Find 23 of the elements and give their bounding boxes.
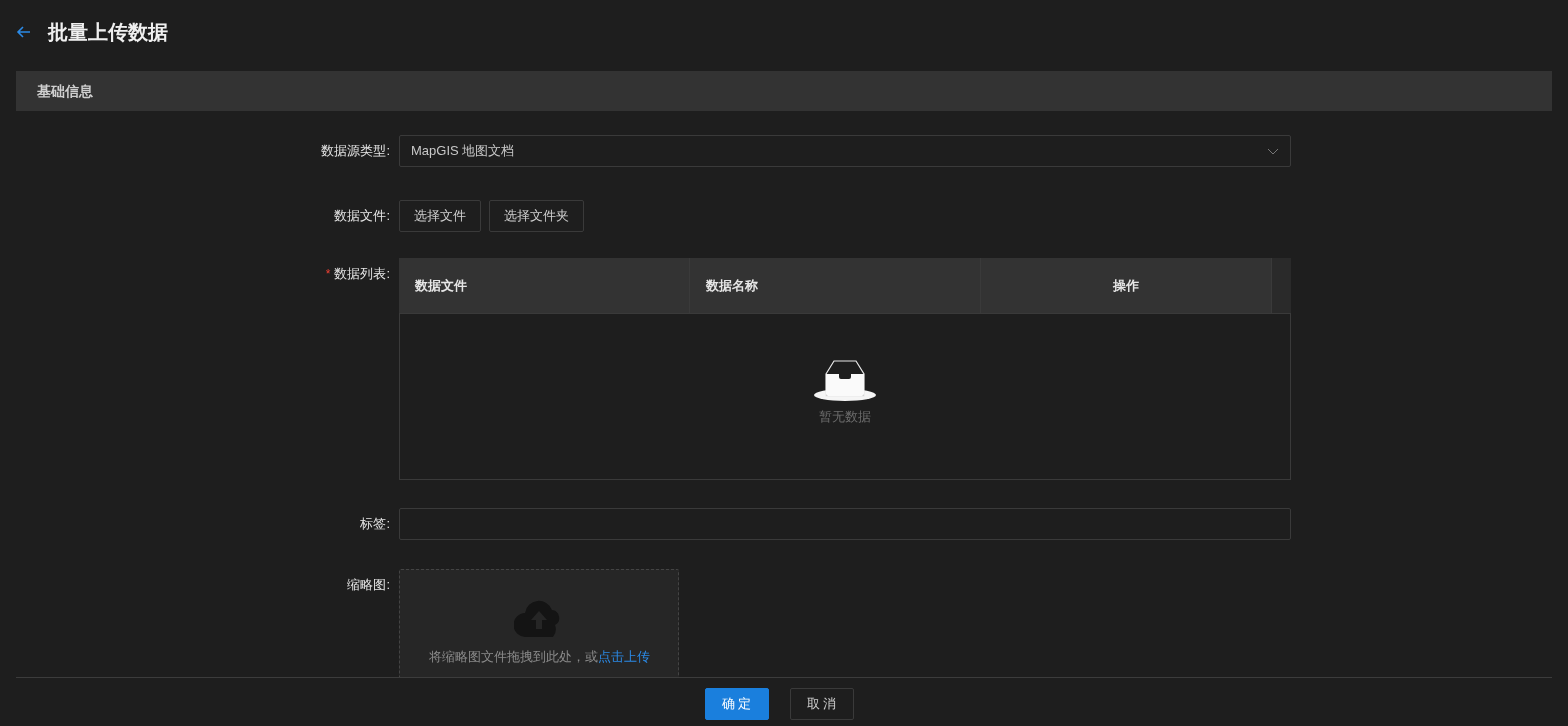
choose-file-button[interactable]: 选择文件夹 [489,200,584,232]
section-title: 基础信息 [37,81,93,101]
thumbnail-upload-area[interactable]: 将缩略图文件拖拽到此处，或点击上传 [399,569,679,677]
column-header: 数据文件 [415,276,467,295]
column-header: 数据名称 [706,276,758,295]
tag-input[interactable] [399,508,1291,540]
required-mark: * [325,266,331,283]
upload-hint: 将缩略图文件拖拽到此处，或点击上传 [428,648,650,666]
field-label: 标签: [360,515,390,534]
click-upload-link[interactable]: 点击上传 [597,649,650,664]
empty-inbox-icon [813,360,877,401]
column-header: 操作 [1113,276,1139,295]
empty-text: 暂无数据 [819,408,871,426]
back-arrow-icon[interactable] [16,24,32,40]
field-label: 数据列表: [334,265,390,284]
page-title: 批量上传数据 [48,20,168,45]
cancel-button[interactable]: 取 消 [789,688,854,720]
field-label: 缩略图: [347,576,390,595]
field-label: 数据文件: [334,207,390,226]
choose-file-button[interactable]: 选择文件 [399,200,481,232]
confirm-button[interactable]: 确 定 [704,688,769,720]
field-label: 数据源类型: [321,142,390,161]
data-source-select[interactable]: MapGIS 地图文档 [399,135,1291,167]
